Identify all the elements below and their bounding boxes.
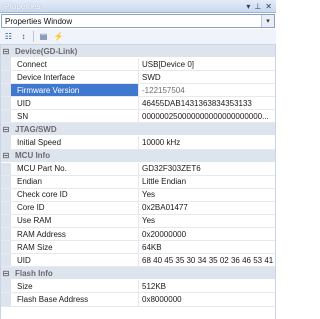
property-row[interactable]: RAM Address 0x20000000 (1, 228, 275, 242)
property-value[interactable]: 46455DAB1431363834353133 (139, 97, 275, 109)
chevron-down-icon[interactable]: ▾ (261, 15, 274, 27)
events-icon[interactable]: ⚡ (52, 30, 65, 43)
property-value[interactable]: GD32F303ZET6 (139, 163, 275, 175)
row-gutter (1, 162, 11, 175)
row-gutter (1, 293, 11, 306)
property-row[interactable]: Use RAM Yes (1, 214, 275, 229)
property-name[interactable]: SN (11, 110, 139, 123)
category-header[interactable]: ⊟ Flash Info (1, 266, 275, 281)
pin-icon[interactable]: ⊥ (254, 2, 261, 11)
category-label: JTAG/SWD (15, 124, 57, 134)
property-value[interactable]: 68 40 45 35 30 34 35 02 36 46 53 41 (139, 254, 275, 266)
properties-titlebar: Properties ▾ ⊥ ✕ (0, 0, 276, 13)
collapse-icon[interactable]: ⊟ (1, 149, 11, 163)
property-row[interactable]: Flash Base Address 0x8000000 (1, 293, 275, 307)
category-header[interactable]: ⊟ MCU Info (1, 149, 275, 163)
row-gutter (1, 228, 11, 241)
close-icon[interactable]: ✕ (265, 2, 272, 11)
property-name[interactable]: RAM Size (11, 241, 139, 254)
category-label: MCU Info (15, 151, 51, 161)
property-name[interactable]: MCU Part No. (11, 162, 139, 175)
property-row[interactable]: UID 68 40 45 35 30 34 35 02 36 46 53 41 (1, 254, 275, 268)
property-name[interactable]: Endian (11, 175, 139, 188)
row-gutter (1, 280, 11, 293)
property-value[interactable]: USB[Device 0] (139, 58, 275, 70)
property-name[interactable]: Connect (11, 58, 139, 71)
property-row[interactable]: MCU Part No. GD32F303ZET6 (1, 162, 275, 176)
row-gutter (1, 58, 11, 71)
property-value[interactable]: 64KB (139, 241, 275, 253)
collapse-icon[interactable]: ⊟ (1, 45, 11, 58)
property-name[interactable]: Size (11, 280, 139, 293)
property-row[interactable]: Firmware Version -122157504 (1, 84, 275, 98)
property-name[interactable]: Flash Base Address (11, 293, 139, 306)
property-value[interactable]: 0x2BA01477 (139, 202, 275, 214)
property-value[interactable]: 512KB (139, 280, 275, 292)
property-row[interactable]: RAM Size 64KB (1, 241, 275, 255)
property-name[interactable]: Firmware Version (11, 84, 139, 97)
property-row[interactable]: Endian Little Endian (1, 175, 275, 189)
property-value[interactable]: Little Endian (139, 176, 275, 188)
property-value[interactable]: 0x20000000 (139, 228, 275, 240)
row-gutter (1, 214, 11, 228)
property-name[interactable]: Core ID (11, 201, 139, 214)
category-label: Flash Info (15, 268, 53, 278)
row-gutter (1, 71, 11, 84)
property-name[interactable]: UID (11, 254, 139, 267)
row-gutter (1, 175, 11, 188)
collapse-icon[interactable]: ⊟ (1, 122, 11, 136)
property-name[interactable]: Use RAM (11, 214, 139, 228)
property-row[interactable]: Device Interface SWD (1, 71, 275, 85)
property-value[interactable]: Yes (139, 189, 275, 201)
property-row[interactable]: Core ID 0x2BA01477 (1, 201, 275, 215)
property-value[interactable]: -122157504 (139, 84, 275, 96)
property-value[interactable]: SWD (139, 71, 275, 83)
property-row[interactable]: Connect USB[Device 0] (1, 58, 275, 72)
row-gutter (1, 254, 11, 267)
category-label: Device(GD-Link) (15, 46, 78, 56)
property-name[interactable]: Device Interface (11, 71, 139, 84)
property-value[interactable]: 10000 kHz (139, 136, 275, 148)
property-row[interactable]: Size 512KB (1, 280, 275, 294)
property-name[interactable]: UID (11, 97, 139, 110)
row-gutter (1, 84, 11, 97)
window-title: Properties (4, 1, 41, 11)
alphabetical-icon[interactable]: ↕ (17, 30, 30, 43)
category-header[interactable]: ⊟ Device(GD-Link) (1, 45, 275, 58)
window-controls: ▾ ⊥ ✕ (246, 2, 272, 11)
properties-toolbar: ☷ ↕ ▤ ⚡ (0, 29, 276, 45)
object-selector-value: Properties Window (5, 16, 73, 26)
property-name[interactable]: Check core ID (11, 188, 139, 201)
categorized-icon[interactable]: ☷ (2, 30, 15, 43)
property-row[interactable]: Initial Speed 10000 kHz (1, 136, 275, 150)
property-grid: ⊟ Device(GD-Link) Connect USB[Device 0] Devi… (0, 45, 276, 319)
row-gutter (1, 97, 11, 110)
collapse-icon[interactable]: ⊟ (1, 266, 11, 280)
property-pages-icon[interactable]: ▤ (37, 30, 50, 43)
row-gutter (1, 136, 11, 149)
row-gutter (1, 201, 11, 214)
window-menu-dropdown-icon[interactable]: ▾ (246, 2, 250, 11)
toolbar-separator (33, 31, 34, 42)
row-gutter (1, 110, 11, 123)
property-row[interactable]: Check core ID Yes (1, 188, 275, 202)
property-row[interactable]: UID 46455DAB1431363834353133 (1, 97, 275, 111)
category-header[interactable]: ⊟ JTAG/SWD (1, 122, 275, 137)
property-row[interactable]: SN 000000250000000000000000000... (1, 110, 275, 124)
property-name[interactable]: Initial Speed (11, 136, 139, 149)
property-value[interactable]: Yes (139, 215, 275, 227)
property-value[interactable]: 0x8000000 (139, 293, 275, 305)
property-value[interactable]: 000000250000000000000000000... (139, 110, 275, 122)
object-selector-dropdown[interactable]: Properties Window ▾ (1, 14, 275, 28)
row-gutter (1, 241, 11, 254)
property-name[interactable]: RAM Address (11, 228, 139, 241)
row-gutter (1, 188, 11, 201)
